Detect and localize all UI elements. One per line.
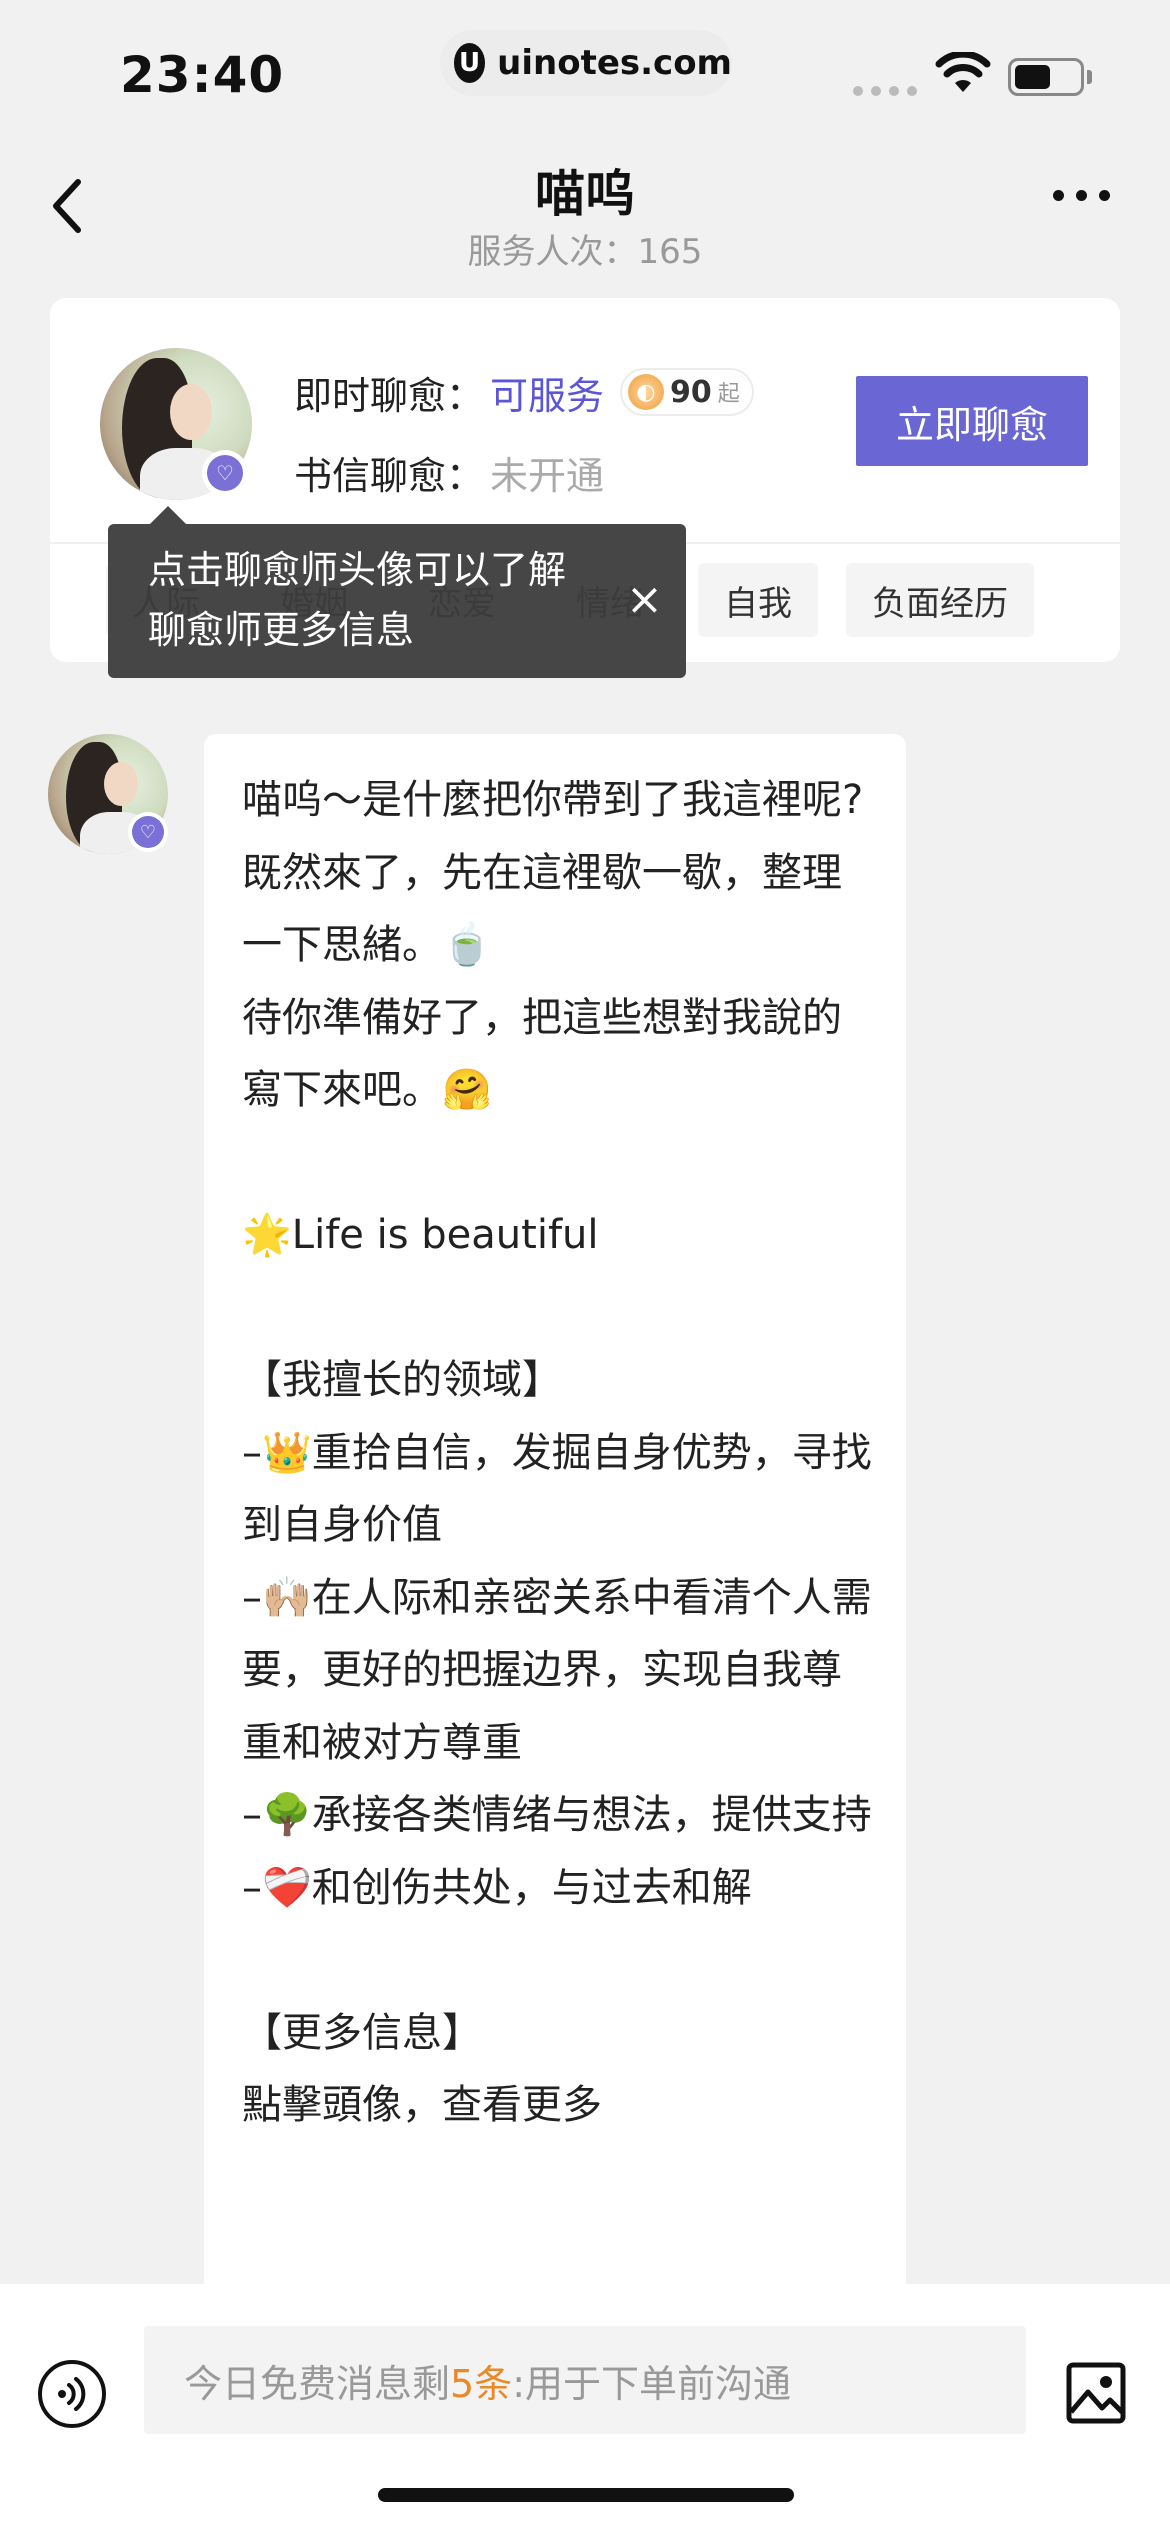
message-text: 喵呜～是什麼把你帶到了我這裡呢? 既然來了，先在這裡歇一歇，整理一下思緒。🍵 待… <box>242 777 872 2128</box>
voice-icon <box>58 2377 86 2411</box>
tooltip: 点击聊愈师头像可以了解 聊愈师更多信息 <box>108 524 686 678</box>
screen: 23:40 U uinotes.com 喵呜 服务人次：165 ♡ 即时聊愈： … <box>0 0 1170 2532</box>
nav-header: 喵呜 服务人次：165 <box>0 140 1170 280</box>
chat-now-button[interactable]: 立即聊愈 <box>856 376 1088 466</box>
tag[interactable]: 负面经历 <box>846 563 1034 637</box>
instant-service-label: 即时聊愈： <box>294 373 485 418</box>
message-input[interactable]: 今日免费消息剩 5条:用于下单前沟通 <box>144 2326 1026 2434</box>
tag[interactable]: 自我 <box>698 563 818 637</box>
price-unit: 起 <box>717 382 740 407</box>
page-title: 喵呜 <box>535 165 635 223</box>
site-logo-icon: U <box>454 43 486 83</box>
instant-service-row: 即时聊愈： 可服务 ◐ 90 起 <box>294 362 754 422</box>
image-icon[interactable] <box>1066 2362 1126 2424</box>
voice-button[interactable] <box>38 2360 106 2428</box>
wifi-icon <box>935 52 991 92</box>
battery-level <box>1015 65 1050 89</box>
coin-icon: ◐ <box>628 374 665 410</box>
message-bubble: 喵呜～是什麼把你帶到了我這裡呢? 既然來了，先在這裡歇一歇，整理一下思緒。🍵 待… <box>204 734 906 2294</box>
battery-icon <box>1008 58 1084 96</box>
letter-service-row: 书信聊愈： 未开通 <box>294 442 604 502</box>
tooltip-line-2: 聊愈师更多信息 <box>148 608 415 652</box>
input-hint-suffix: :用于下单前沟通 <box>512 2361 792 2406</box>
instant-service-status: 可服务 <box>490 373 605 418</box>
home-indicator <box>378 2488 794 2502</box>
status-bar: 23:40 U uinotes.com <box>0 0 1170 140</box>
tooltip-arrow <box>150 506 186 524</box>
more-button[interactable] <box>1053 190 1110 201</box>
cellular-signal-icon <box>853 86 917 96</box>
status-time: 23:40 <box>120 46 285 104</box>
battery-cap <box>1087 70 1092 84</box>
verified-badge-icon: ♡ <box>128 812 168 852</box>
url-text: uinotes.com <box>497 43 732 83</box>
letter-service-label: 书信聊愈： <box>294 453 485 498</box>
input-hint-prefix: 今日免费消息剩 <box>184 2361 451 2406</box>
service-count: 服务人次：165 <box>467 232 703 272</box>
more-dots-icon <box>1053 190 1064 201</box>
price-value: 90 <box>670 374 712 410</box>
letter-service-status: 未开通 <box>490 453 605 498</box>
verified-badge-icon: ♡ <box>202 450 248 496</box>
close-icon[interactable]: × <box>626 578 663 622</box>
tooltip-line-1: 点击聊愈师头像可以了解 <box>148 548 567 592</box>
price-tag: ◐ 90 起 <box>620 368 754 416</box>
url-pill[interactable]: U uinotes.com <box>440 30 732 96</box>
free-message-count: 5条 <box>450 2361 513 2406</box>
